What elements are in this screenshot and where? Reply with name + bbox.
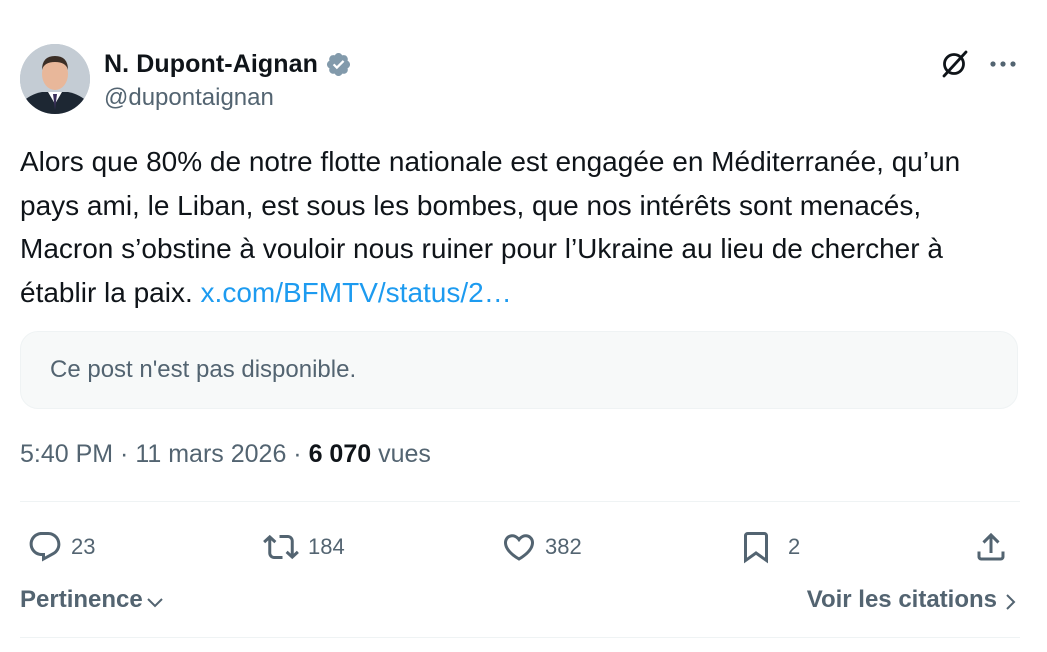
like-count: 382 bbox=[545, 534, 582, 559]
grok-icon[interactable] bbox=[937, 46, 973, 82]
person-avatar-icon bbox=[20, 44, 90, 114]
post-date[interactable]: 11 mars 2026 bbox=[135, 440, 286, 468]
view-quotes-link[interactable]: Voir les citations bbox=[807, 586, 1017, 614]
tweet-text: Alors que 80% de notre flotte nationale … bbox=[20, 140, 1020, 314]
post-time[interactable]: 5:40 PM bbox=[20, 440, 113, 468]
like-button[interactable]: 382 bbox=[501, 527, 582, 567]
tweet-link[interactable]: x.com/BFMTV/status/2… bbox=[201, 277, 512, 308]
heart-icon bbox=[503, 534, 535, 561]
reply-button[interactable]: 23 bbox=[27, 527, 95, 567]
reply-icon bbox=[29, 532, 61, 562]
avatar[interactable] bbox=[20, 44, 90, 114]
quoted-post-unavailable: Ce post n'est pas disponible. bbox=[20, 331, 1018, 409]
repost-count: 184 bbox=[308, 534, 345, 559]
author-handle[interactable]: @dupontaignan bbox=[104, 84, 274, 112]
repost-button[interactable]: 184 bbox=[262, 527, 345, 567]
sort-label: Pertinence bbox=[20, 586, 143, 613]
bookmark-count: 2 bbox=[788, 534, 801, 559]
bookmark-button[interactable]: 2 bbox=[738, 527, 800, 567]
share-button[interactable] bbox=[973, 527, 1009, 567]
bookmark-icon bbox=[744, 532, 768, 564]
views-count: 6 070 bbox=[308, 440, 372, 468]
more-options-icon[interactable] bbox=[985, 46, 1021, 82]
meta-separator: · bbox=[113, 440, 136, 468]
unavailable-message: Ce post n'est pas disponible. bbox=[50, 356, 357, 383]
view-quotes-label: Voir les citations bbox=[806, 586, 997, 613]
author-name[interactable]: N. Dupont-Aignan bbox=[104, 50, 318, 79]
divider bbox=[20, 637, 1020, 638]
meta-separator: · bbox=[286, 440, 309, 468]
divider bbox=[20, 501, 1020, 502]
verified-badge-icon[interactable] bbox=[325, 51, 352, 78]
author-name-row[interactable]: N. Dupont-Aignan bbox=[104, 47, 352, 81]
sort-dropdown[interactable]: Pertinence bbox=[20, 586, 165, 614]
post-meta: 5:40 PM · 11 mars 2026 · 6 070 vues bbox=[20, 440, 431, 469]
chevron-right-icon bbox=[1006, 594, 1016, 610]
repost-icon bbox=[263, 534, 299, 560]
share-icon bbox=[977, 532, 1005, 561]
chevron-down-icon bbox=[147, 598, 163, 608]
views-label: vues bbox=[371, 440, 431, 468]
reply-count: 23 bbox=[71, 534, 96, 559]
